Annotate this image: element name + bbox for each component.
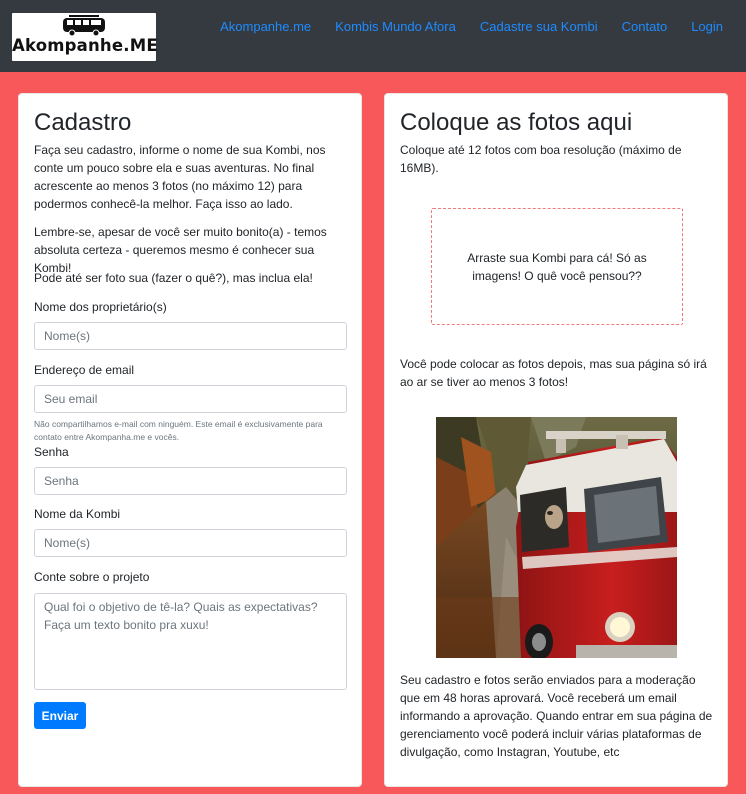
photos-card: Coloque as fotos aqui Coloque até 12 fot… [384,93,728,787]
nav-link-kombis-world[interactable]: Kombis Mundo Afora [335,19,456,34]
nav-link-register-kombi[interactable]: Cadastre sua Kombi [480,19,598,34]
photo-dropzone[interactable]: Arraste sua Kombi para cá! Só as imagens… [431,208,683,325]
password-label: Senha [34,445,69,459]
nav-link-home[interactable]: Akompanhe.me [220,19,311,34]
registration-title: Cadastro [34,109,132,136]
nav-links: Akompanhe.me Kombis Mundo Afora Cadastre… [196,19,723,34]
nav-link-login[interactable]: Login [691,19,723,34]
password-input[interactable] [34,467,347,495]
nav-link-contact[interactable]: Contato [622,19,668,34]
navbar: Akompanhe.ME Akompanhe.me Kombis Mundo A… [0,0,746,72]
brand-name: Akompanhe.ME [12,36,158,55]
moderation-note: Seu cadastro e fotos serão enviados para… [400,673,713,759]
kombi-name-input[interactable] [34,529,347,557]
dropzone-text: Arraste sua Kombi para cá! Só as imagens… [467,250,647,283]
photos-subtitle: Coloque até 12 fotos com boa resolução (… [400,143,682,175]
brand-logo[interactable]: Akompanhe.ME [12,13,158,61]
kombi-name-label: Nome da Kombi [34,507,121,521]
email-help-text: Não compartilhamos e-mail com ninguém. E… [34,419,323,442]
registration-selfie-note: Pode até ser foto sua (fazer o quê?), ma… [34,271,313,285]
photos-title: Coloque as fotos aqui [400,109,633,136]
email-label: Endereço de email [34,363,135,377]
registration-intro: Faça seu cadastro, informe o nome de sua… [34,143,326,211]
photos-later-note: Você pode colocar as fotos depois, mas s… [400,357,707,389]
kombi-photo [436,417,677,658]
project-label: Conte sobre o projeto [34,570,150,584]
owners-input[interactable] [34,322,347,350]
kombi-van-icon [63,15,105,37]
email-input[interactable] [34,385,347,413]
project-textarea[interactable] [34,593,347,690]
owners-label: Nome dos proprietário(s) [34,300,167,314]
submit-button[interactable]: Enviar [34,702,86,729]
registration-card: Cadastro Faça seu cadastro, informe o no… [18,93,362,787]
